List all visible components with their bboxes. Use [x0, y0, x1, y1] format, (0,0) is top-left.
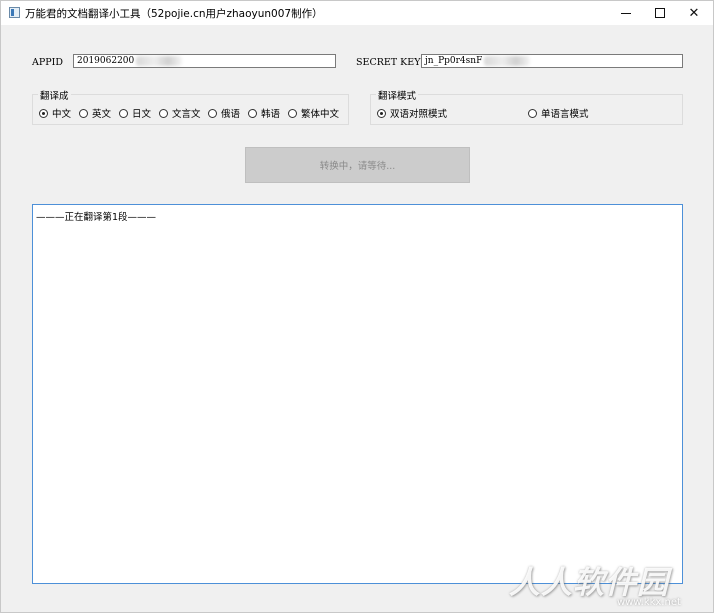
radio-label: 日文 [132, 109, 152, 120]
radio-monolingual-mode[interactable]: 单语言模式 [528, 106, 589, 120]
watermark-logo-text: 人人软件园 [509, 565, 669, 601]
radio-bilingual-mode[interactable]: 双语对照模式 [377, 106, 447, 120]
radio-unchecked-icon [159, 108, 168, 118]
redaction-blur [136, 55, 183, 66]
app-icon [9, 7, 20, 18]
output-text: ———正在翻译第1段——— [36, 212, 157, 223]
radio-unchecked-icon [528, 108, 537, 118]
radio-label: 双语对照模式 [390, 109, 448, 120]
radio-checked-icon [39, 108, 48, 118]
convert-button[interactable]: 转换中，请等待... [245, 147, 470, 183]
radio-chinese[interactable]: 中文 [39, 106, 71, 120]
radio-traditional-chinese[interactable]: 繁体中文 [288, 106, 339, 120]
appid-label: APPID [32, 57, 64, 68]
radio-label: 中文 [52, 109, 72, 120]
radio-unchecked-icon [288, 108, 297, 118]
secret-key-input[interactable]: jn_Pp0r4snF [421, 54, 683, 68]
close-icon: ✕ [688, 5, 700, 21]
close-button[interactable]: ✕ [677, 1, 711, 25]
maximize-button[interactable] [643, 1, 677, 25]
radio-label: 文言文 [172, 109, 201, 120]
title-bar[interactable]: 万能君的文档翻译小工具（52pojie.cn用户zhaoyun007制作） ✕ [1, 1, 713, 25]
target-language-legend: 翻译成 [38, 88, 71, 102]
radio-unchecked-icon [119, 108, 128, 118]
watermark: 人人软件园 www.kkx.net [501, 557, 711, 611]
app-window: 万能君的文档翻译小工具（52pojie.cn用户zhaoyun007制作） ✕ … [0, 0, 714, 613]
redaction-blur [484, 55, 531, 66]
output-textarea[interactable]: ———正在翻译第1段——— [32, 204, 683, 584]
appid-input[interactable]: 2019062200 [73, 54, 336, 68]
radio-unchecked-icon [79, 108, 88, 118]
translation-mode-legend: 翻译模式 [376, 88, 419, 102]
radio-label: 单语言模式 [541, 109, 589, 120]
radio-checked-icon [377, 108, 386, 118]
watermark-url: www.kkx.net [617, 597, 681, 608]
radio-unchecked-icon [248, 108, 257, 118]
minimize-button[interactable] [609, 1, 643, 25]
secret-key-label: SECRET KEY [356, 57, 421, 68]
appid-value: 2019062200 [77, 56, 135, 66]
radio-label: 韩语 [261, 109, 281, 120]
minimize-icon [621, 12, 631, 14]
radio-label: 英文 [92, 109, 112, 120]
radio-korean[interactable]: 韩语 [248, 106, 280, 120]
radio-russian[interactable]: 俄语 [208, 106, 240, 120]
radio-classical-chinese[interactable]: 文言文 [159, 106, 201, 120]
radio-label: 繁体中文 [301, 109, 340, 120]
radio-label: 俄语 [221, 109, 241, 120]
window-title: 万能君的文档翻译小工具（52pojie.cn用户zhaoyun007制作） [25, 8, 323, 20]
maximize-icon [655, 8, 665, 18]
radio-english[interactable]: 英文 [79, 106, 111, 120]
radio-unchecked-icon [208, 108, 217, 118]
secret-key-value: jn_Pp0r4snF [425, 56, 483, 66]
radio-japanese[interactable]: 日文 [119, 106, 151, 120]
